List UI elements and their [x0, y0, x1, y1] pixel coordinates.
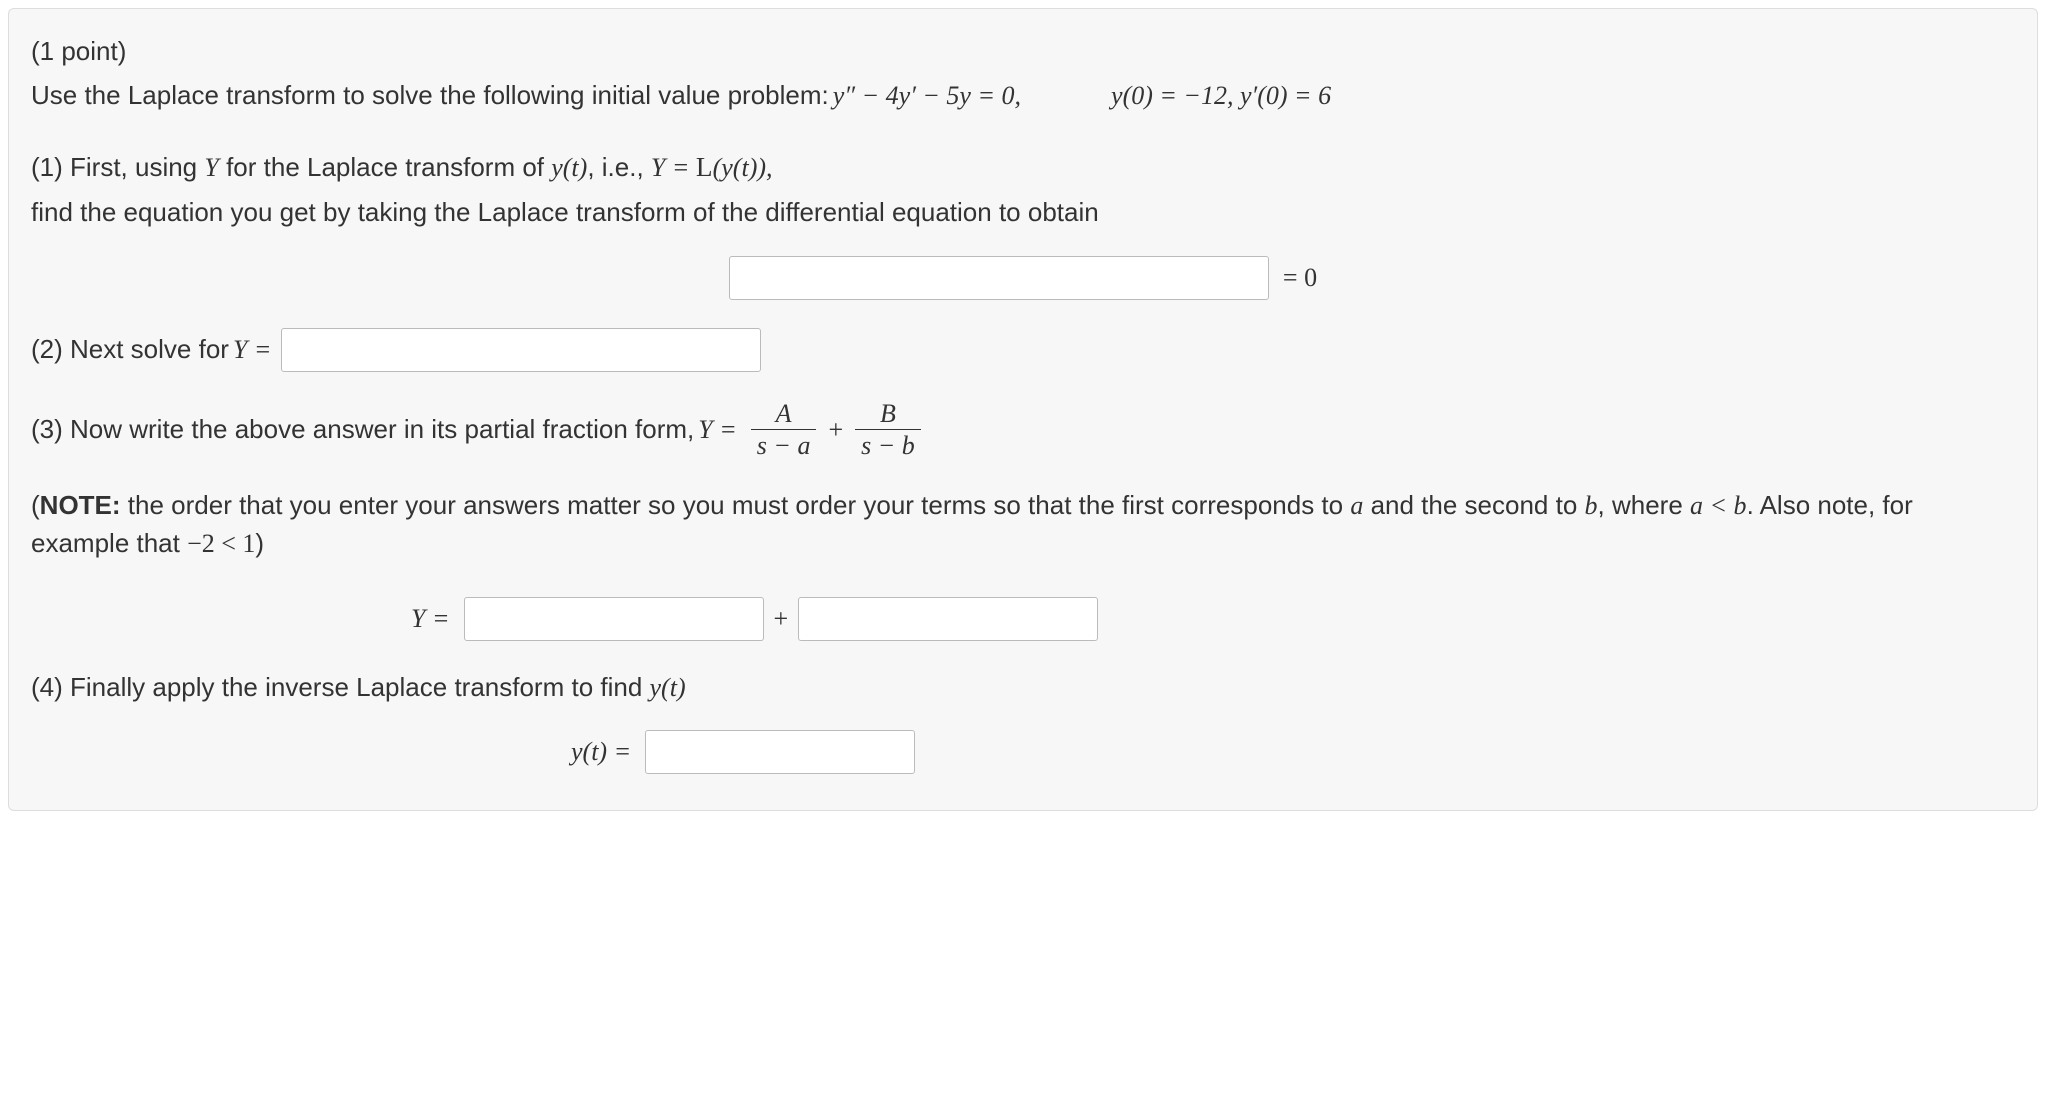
problem-card: (1 point) Use the Laplace transform to s…: [8, 8, 2038, 811]
ode-equation: y″ − 4y′ − 5y = 0,: [833, 77, 1021, 115]
part2-Y-equals: Y =: [233, 331, 272, 369]
part3-Y-equals: Y =: [698, 411, 737, 449]
note-t2: and the second to: [1363, 490, 1584, 520]
initial-conditions: y(0) = −12, y′(0) = 6: [1111, 77, 1331, 115]
frac-A-num: A: [770, 400, 798, 427]
part3-row: (3) Now write the above answer in its pa…: [31, 400, 2015, 460]
note-t1: the order that you enter your answers ma…: [121, 490, 1351, 520]
part2-prefix: (2) Next solve for: [31, 331, 229, 369]
note-example: −2 < 1: [187, 529, 255, 558]
fraction-B: B s − b: [855, 400, 921, 460]
frac-A-den: s − a: [751, 432, 817, 459]
prompt-line: Use the Laplace transform to solve the f…: [31, 77, 2015, 115]
note-cond: a < b: [1690, 491, 1747, 520]
part3-prefix: (3) Now write the above answer in its pa…: [31, 411, 694, 449]
yt-equals: y(t) =: [571, 733, 631, 771]
frac-B-num: B: [874, 400, 902, 427]
inverse-laplace-input[interactable]: [645, 730, 915, 774]
laplace-operator-icon: L: [696, 152, 713, 182]
equals-zero: = 0: [1283, 259, 1317, 297]
part4-answer-row: y(t) =: [31, 730, 2015, 774]
partial-plus: +: [774, 600, 789, 638]
solve-for-Y-input[interactable]: [281, 328, 761, 372]
note-a: a: [1350, 491, 1363, 520]
partial-fraction-answer-row: Y = +: [31, 597, 2015, 641]
part1-line2: find the equation you get by taking the …: [31, 194, 2015, 232]
note-label: NOTE:: [40, 490, 121, 520]
part1-text3: , i.e.,: [587, 152, 651, 182]
part1-text: (1) First, using: [31, 152, 204, 182]
plus-sign: +: [828, 411, 843, 449]
partial-fraction-term1-input[interactable]: [464, 597, 764, 641]
part1-larg: (y(t)),: [713, 153, 773, 182]
part1-Y: Y: [204, 153, 218, 182]
laplace-equation-input[interactable]: [729, 256, 1269, 300]
note-b: b: [1585, 491, 1598, 520]
note-t3: , where: [1598, 490, 1691, 520]
frac-B-den: s − b: [855, 432, 921, 459]
fraction-A: A s − a: [751, 400, 817, 460]
part4-text: (4) Finally apply the inverse Laplace tr…: [31, 672, 650, 702]
part1-text2: for the Laplace transform of: [219, 152, 551, 182]
part4-yt: y(t): [650, 673, 686, 702]
note-line: (NOTE: the order that you enter your ans…: [31, 487, 2015, 562]
points-line: (1 point): [31, 33, 2015, 71]
part1-yt: y(t): [551, 153, 587, 182]
part1-answer-row: = 0: [31, 256, 2015, 300]
part1-eq: Y =: [651, 153, 696, 182]
part1-line1: (1) First, using Y for the Laplace trans…: [31, 148, 2015, 188]
prompt-prefix: Use the Laplace transform to solve the f…: [31, 77, 829, 115]
partial-fraction-term2-input[interactable]: [798, 597, 1098, 641]
note-t5: ): [255, 528, 264, 558]
partial-Y-equals: Y =: [411, 600, 450, 638]
part4-line: (4) Finally apply the inverse Laplace tr…: [31, 669, 2015, 707]
part2-row: (2) Next solve for Y =: [31, 328, 2015, 372]
